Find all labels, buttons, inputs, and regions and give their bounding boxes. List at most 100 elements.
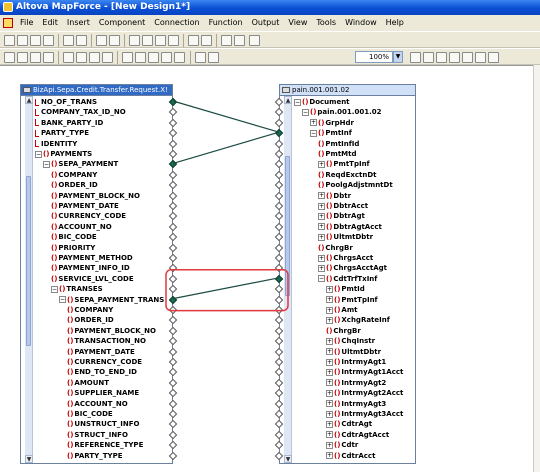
expand-icon[interactable]: + <box>326 285 333 293</box>
menu-function[interactable]: Function <box>209 17 243 29</box>
expand-icon[interactable]: + <box>318 233 325 241</box>
target-item-row[interactable]: + ()ChqInstr <box>326 336 375 347</box>
source-item-row[interactable]: ()COMPANY <box>51 170 97 181</box>
scroll-thumb[interactable] <box>285 156 290 296</box>
target-item-row[interactable]: + ()DbtrAcct <box>318 201 368 212</box>
exception-icon[interactable] <box>102 52 113 63</box>
expand-icon[interactable]: + <box>318 264 325 272</box>
collapse-icon[interactable]: − <box>35 150 42 158</box>
expand-icon[interactable]: + <box>326 389 333 397</box>
source-item-row[interactable]: ()ACCOUNT_NO <box>67 399 128 410</box>
scroll-down-icon[interactable]: ▼ <box>25 455 33 463</box>
target-item-row[interactable]: + ()PmtTpInf <box>318 159 370 170</box>
source-item-row[interactable]: ()TRANSACTION_NO <box>67 336 146 347</box>
arrange-icon[interactable] <box>462 52 473 63</box>
target-item-row[interactable]: + ()IntrmyAgt2 <box>326 378 386 389</box>
zoom-dropdown-icon[interactable]: ▼ <box>393 51 403 63</box>
target-item-row[interactable]: + ()XchgRateInf <box>326 315 390 326</box>
target-item-row[interactable]: − ()Document <box>294 97 350 108</box>
target-item-row[interactable]: + ()Dbtr <box>318 191 351 202</box>
source-item-row[interactable]: ()SUPPLIER_NAME <box>67 388 139 399</box>
target-item-row[interactable]: + ()IntrmyAgt1 <box>326 357 386 368</box>
source-item-row[interactable]: ()END_TO_END_ID <box>67 367 137 378</box>
mapping-icon[interactable] <box>208 52 219 63</box>
expand-icon[interactable]: + <box>326 316 333 324</box>
source-item-row[interactable]: NO_OF_TRANS <box>35 97 97 108</box>
collapse-icon[interactable]: − <box>302 108 309 116</box>
expand-icon[interactable]: + <box>318 212 325 220</box>
redo-icon[interactable] <box>109 35 120 46</box>
target-item-row[interactable]: + ()CdtrAcct <box>326 451 375 462</box>
collapse-icon[interactable]: − <box>318 275 325 283</box>
zoom-out-icon[interactable] <box>410 52 421 63</box>
target-item-row[interactable]: + ()GrpHdr <box>310 118 354 129</box>
target-item-row[interactable]: + ()IntrmyAgt1Acct <box>326 367 403 378</box>
source-item-row[interactable]: ()BIC_CODE <box>67 409 113 420</box>
target-item-row[interactable]: + ()DbtrAgtAcct <box>318 222 382 233</box>
target-item-row[interactable]: ()ReqdExctnDt <box>318 170 377 181</box>
source-item-row[interactable]: ()ACCOUNT_NO <box>51 222 112 233</box>
collapse-icon[interactable]: − <box>310 129 317 137</box>
undo-icon[interactable] <box>96 35 107 46</box>
expand-icon[interactable]: + <box>326 337 333 345</box>
target-item-row[interactable]: + ()UltmtDbtr <box>326 347 381 358</box>
insert-text-icon[interactable] <box>43 52 54 63</box>
target-item-row[interactable]: + ()CdtrAgt <box>326 419 372 430</box>
scroll-thumb[interactable] <box>26 176 31 346</box>
expand-icon[interactable]: + <box>326 358 333 366</box>
cut-icon[interactable] <box>129 35 140 46</box>
expand-icon[interactable]: + <box>318 160 325 168</box>
expand-icon[interactable]: + <box>318 202 325 210</box>
menu-output[interactable]: Output <box>252 17 280 29</box>
canvas-scrollbar[interactable] <box>533 65 540 472</box>
source-component[interactable]: BizApi.Sepa.Credit.Transfer.Request.X! ▲… <box>20 84 178 464</box>
target-item-row[interactable]: ()ChrgBr <box>326 326 361 337</box>
menu-edit[interactable]: Edit <box>42 17 58 29</box>
xml-icon[interactable] <box>475 52 486 63</box>
expand-icon[interactable]: + <box>318 254 325 262</box>
source-item-row[interactable]: ()PAYMENT_BLOCK_NO <box>67 326 156 337</box>
source-item-row[interactable]: − ()TRANSES <box>51 284 103 295</box>
layout-icon[interactable] <box>449 52 460 63</box>
source-item-row[interactable]: ()PARTY_TYPE <box>67 451 123 462</box>
save-icon[interactable] <box>30 35 41 46</box>
source-item-row[interactable]: PARTY_TYPE <box>35 128 89 139</box>
options-icon[interactable] <box>234 35 245 46</box>
expand-icon[interactable]: + <box>326 431 333 439</box>
save-all-icon[interactable] <box>43 35 54 46</box>
source-item-row[interactable]: ()PAYMENT_METHOD <box>51 253 133 264</box>
function-icon[interactable] <box>122 52 133 63</box>
source-item-row[interactable]: ()CURRENCY_CODE <box>51 211 126 222</box>
expand-icon[interactable]: + <box>326 379 333 387</box>
expand-icon[interactable]: + <box>326 441 333 449</box>
source-item-row[interactable]: COMPANY_TAX_ID_NO <box>35 107 126 118</box>
source-item-row[interactable]: ()AMOUNT <box>67 378 109 389</box>
expand-icon[interactable]: + <box>326 400 333 408</box>
output-icon[interactable] <box>161 52 172 63</box>
xslt-icon[interactable] <box>249 35 260 46</box>
collapse-icon[interactable]: − <box>51 285 58 293</box>
expand-icon[interactable]: + <box>326 420 333 428</box>
find-next-icon[interactable] <box>201 35 212 46</box>
scroll-down-icon[interactable]: ▼ <box>284 455 292 463</box>
target-item-row[interactable]: + ()ChrgsAcctAgt <box>318 263 387 274</box>
source-item-row[interactable]: ()PAYMENT_BLOCK_NO <box>51 191 140 202</box>
target-item-row[interactable]: ()PoolgAdjstmntDt <box>318 180 393 191</box>
document-icon[interactable] <box>3 18 13 28</box>
target-item-row[interactable]: ()ChrgBr <box>318 243 353 254</box>
source-item-row[interactable]: ()UNSTRUCT_INFO <box>67 419 139 430</box>
target-item-row[interactable]: − ()CdtTrfTxInf <box>318 274 377 285</box>
insert-edi-icon[interactable] <box>30 52 41 63</box>
expand-icon[interactable]: + <box>310 119 317 127</box>
source-item-row[interactable]: − ()PAYMENTS <box>35 149 92 160</box>
collapse-icon[interactable]: − <box>294 98 301 106</box>
source-item-row[interactable]: ()ORDER_ID <box>51 180 98 191</box>
source-item-row[interactable]: ()PAYMENT_DATE <box>51 201 119 212</box>
collapse-icon[interactable]: − <box>59 296 66 304</box>
source-item-row[interactable]: ()REFERENCE_TYPE <box>67 440 143 451</box>
target-item-row[interactable]: − ()pain.001.001.02 <box>302 107 381 118</box>
print-icon[interactable] <box>63 35 74 46</box>
insert-xml-icon[interactable] <box>4 52 15 63</box>
expand-icon[interactable]: + <box>326 410 333 418</box>
new-icon[interactable] <box>4 35 15 46</box>
